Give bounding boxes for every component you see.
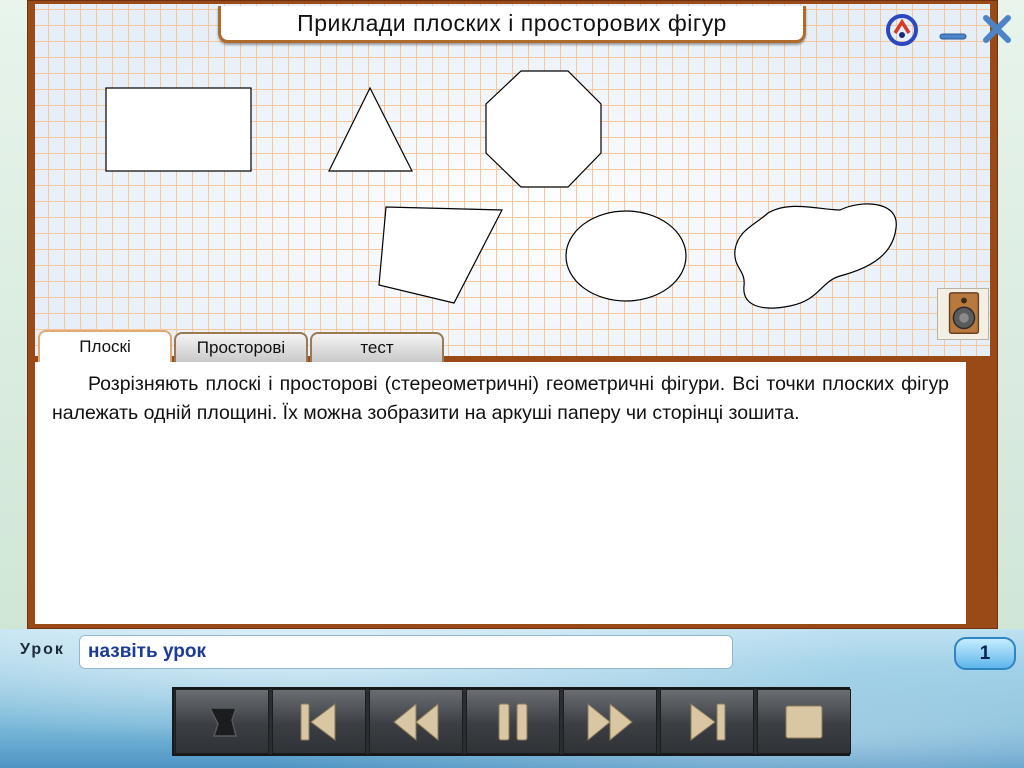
first-button[interactable] bbox=[272, 689, 366, 754]
rectangle-shape bbox=[105, 87, 252, 172]
pause-icon bbox=[498, 703, 528, 740]
tab-spatial[interactable]: Просторові bbox=[174, 332, 308, 362]
forward-button[interactable] bbox=[563, 689, 657, 754]
rewind-icon bbox=[393, 702, 439, 741]
skip-first-icon bbox=[300, 702, 336, 741]
stop-icon bbox=[785, 705, 823, 738]
plane-figures bbox=[105, 70, 897, 309]
skip-last-icon bbox=[690, 702, 726, 741]
last-button[interactable] bbox=[660, 689, 754, 754]
page-number-badge: 1 bbox=[954, 637, 1016, 670]
speaker-icon[interactable] bbox=[937, 288, 989, 340]
lesson-name-field: назвіть урок bbox=[79, 635, 733, 669]
stop-button[interactable] bbox=[757, 689, 851, 754]
quadrilateral-shape bbox=[378, 206, 503, 304]
tab-test[interactable]: тест bbox=[310, 332, 444, 362]
exit-button[interactable] bbox=[175, 689, 269, 754]
exit-icon bbox=[208, 706, 238, 737]
pause-button[interactable] bbox=[466, 689, 560, 754]
rewind-button[interactable] bbox=[369, 689, 463, 754]
freeform-shape bbox=[734, 203, 897, 309]
lesson-label: Урок bbox=[20, 641, 65, 658]
content-text: Розрізняють плоскі і просторові (стереом… bbox=[52, 373, 949, 424]
fast-forward-icon bbox=[587, 702, 633, 741]
content-panel: Розрізняють плоскі і просторові (стереом… bbox=[35, 362, 966, 624]
ellipse-shape bbox=[565, 210, 687, 302]
octagon-shape bbox=[485, 70, 602, 188]
tab-plane[interactable]: Плоскі bbox=[38, 330, 172, 362]
triangle-shape bbox=[328, 86, 413, 172]
